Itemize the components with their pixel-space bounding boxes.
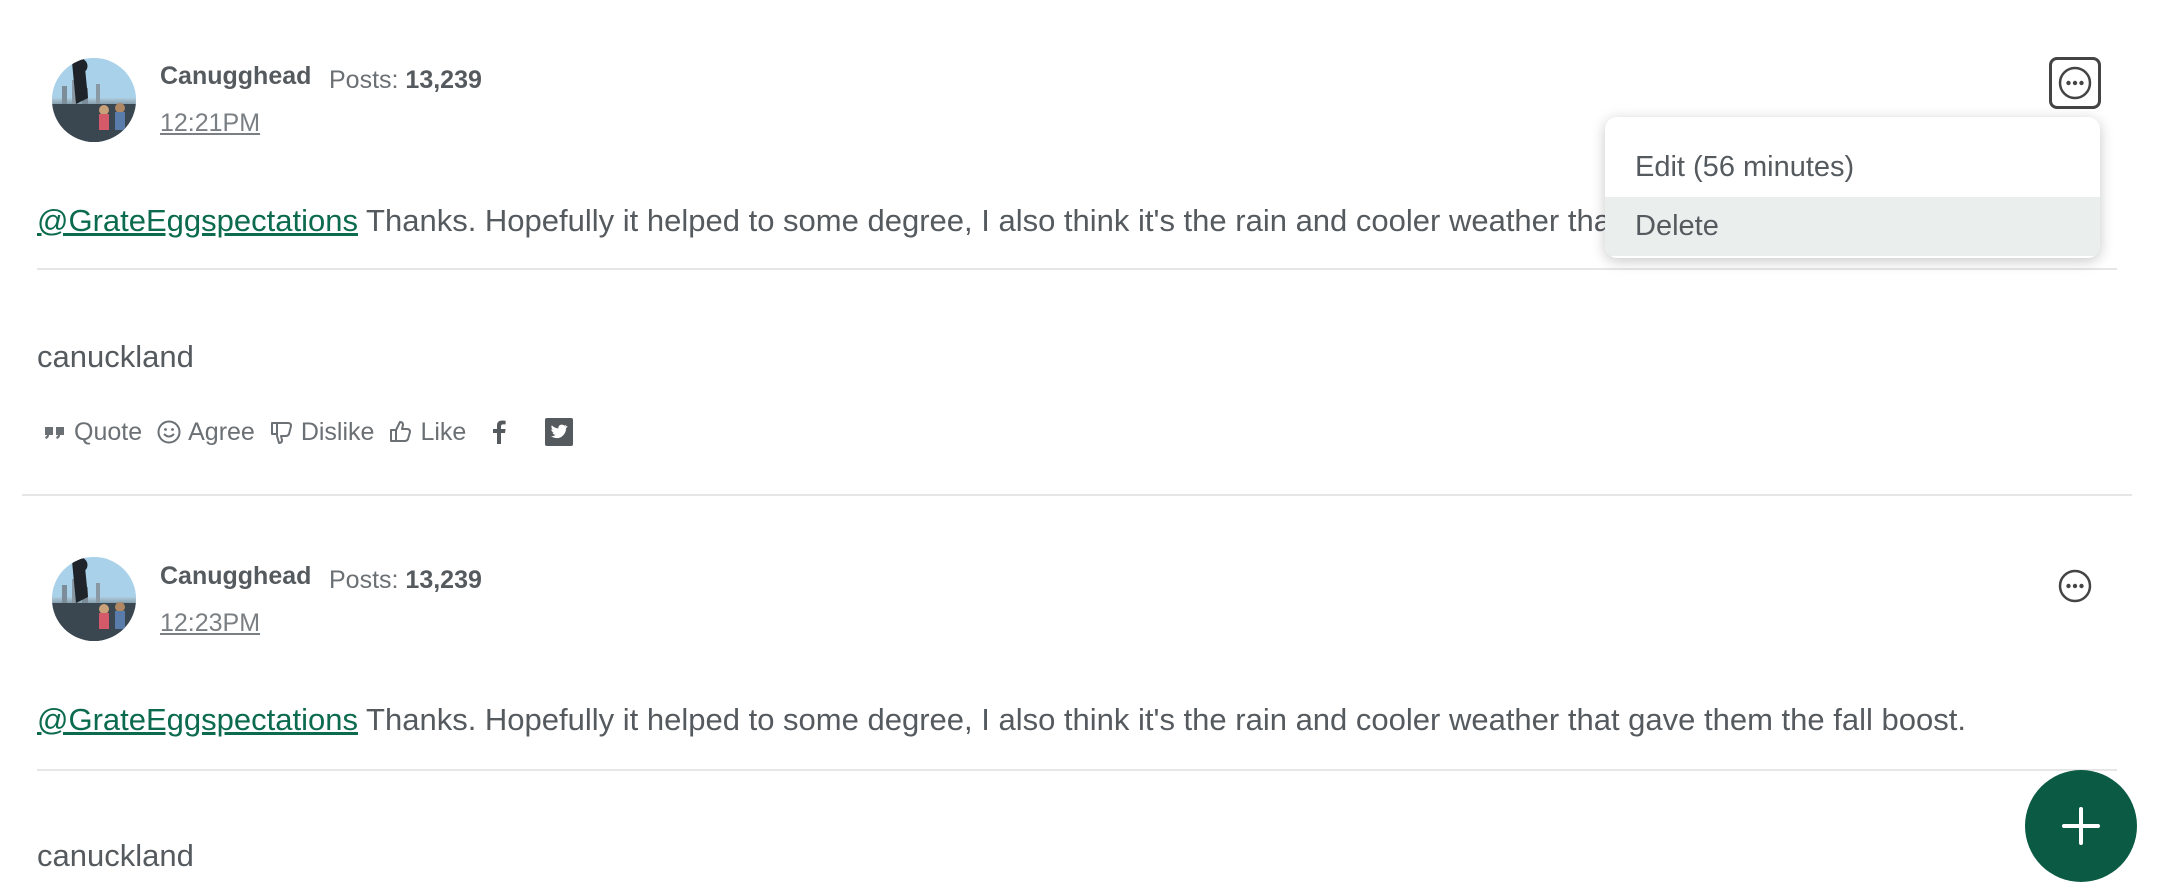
thumbs-down-icon — [270, 422, 292, 444]
post-count-value: 13,239 — [405, 566, 482, 594]
plus-icon — [2062, 807, 2100, 845]
smiley-icon — [157, 420, 181, 444]
post-actions: Quote Agree Dislike Like — [42, 417, 600, 447]
post-options-button[interactable] — [2049, 560, 2101, 612]
agree-label: Agree — [188, 417, 255, 446]
facebook-icon — [493, 420, 506, 444]
user-mention-link[interactable]: @GrateEggspectations — [37, 702, 358, 737]
post: Canugghead Posts: 13,239 12:23PM @GrateE… — [22, 497, 2132, 885]
quote-label: Quote — [74, 417, 143, 446]
post-options-menu: Edit (56 minutes) Delete — [1605, 117, 2100, 258]
divider — [37, 769, 2117, 771]
dislike-label: Dislike — [300, 417, 375, 446]
author-name[interactable]: Canugghead — [160, 62, 311, 91]
post-count-value: 13,239 — [405, 66, 482, 94]
like-button[interactable]: Like — [388, 418, 466, 447]
agree-button[interactable]: Agree — [156, 418, 255, 447]
post-count-label: Posts: — [329, 566, 406, 594]
ellipsis-circle-icon — [2058, 569, 2092, 603]
twitter-icon — [545, 418, 574, 446]
share-twitter-button[interactable] — [544, 417, 574, 447]
dislike-button[interactable]: Dislike — [269, 417, 375, 447]
thumbs-up-icon — [390, 421, 412, 442]
user-signature: canuckland — [37, 838, 194, 873]
avatar[interactable] — [52, 58, 136, 142]
new-post-button[interactable] — [2025, 770, 2137, 882]
post-body: @GrateEggspectations Thanks. Hopefully i… — [37, 203, 1627, 239]
divider — [37, 268, 2117, 270]
menu-item-delete[interactable]: Delete — [1605, 197, 2100, 256]
author-name[interactable]: Canugghead — [160, 562, 311, 591]
menu-item-edit[interactable]: Edit (56 minutes) — [1605, 138, 2100, 197]
share-facebook-button[interactable] — [484, 417, 514, 447]
user-mention-link[interactable]: @GrateEggspectations — [37, 203, 358, 238]
post-count: Posts: 13,239 — [329, 566, 482, 595]
avatar[interactable] — [52, 557, 136, 641]
quote-icon — [45, 427, 64, 439]
post-timestamp[interactable]: 12:23PM — [160, 609, 260, 638]
user-signature: canuckland — [37, 339, 194, 374]
post-body-text: Thanks. Hopefully it helped to some degr… — [357, 702, 1966, 737]
post-options-button[interactable] — [2049, 57, 2101, 109]
ellipsis-circle-icon — [2058, 66, 2092, 100]
post-count-label: Posts: — [329, 66, 406, 94]
post-count: Posts: 13,239 — [329, 66, 482, 95]
post-body-text: Thanks. Hopefully it helped to some degr… — [366, 203, 1627, 238]
post-body: @GrateEggspectations Thanks. Hopefully i… — [37, 702, 2127, 738]
like-label: Like — [420, 417, 467, 446]
quote-button[interactable]: Quote — [42, 418, 142, 447]
post-timestamp[interactable]: 12:21PM — [160, 109, 260, 138]
